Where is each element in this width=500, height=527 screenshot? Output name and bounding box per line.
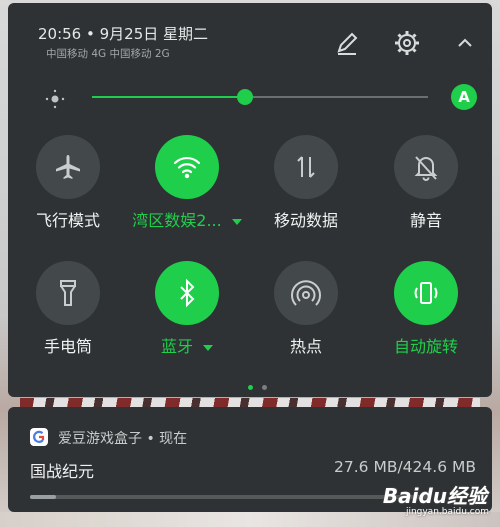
bluetooth-toggle[interactable] [155, 261, 219, 325]
tile-bell-off[interactable]: 静音 [366, 135, 486, 245]
quick-settings-panel: 20:56 • 9月25日 星期二 中国移动 4G 中国移动 2G A 飞行模式… [8, 3, 492, 397]
tile-label[interactable]: 飞行模式 [8, 207, 128, 231]
watermark-url: jingyan.baidu.com [405, 507, 489, 517]
tile-label[interactable]: 自动旋转 [366, 333, 486, 357]
tile-hotspot[interactable]: 热点 [246, 261, 366, 371]
app-icon [30, 428, 48, 446]
settings-icon[interactable] [392, 28, 422, 58]
carrier-info: 中国移动 4G 中国移动 2G [46, 48, 170, 60]
chevron-up-icon[interactable] [450, 28, 480, 58]
tile-label-text: 手电筒 [43, 337, 92, 356]
edit-icon[interactable] [332, 28, 362, 58]
download-progress-bar [30, 495, 430, 499]
page-dot-1 [248, 385, 253, 390]
notification-title: 国战纪元 [30, 462, 95, 481]
baidu-watermark: Baidu经验 jingyan.baidu.com [382, 480, 495, 522]
bell-off-toggle[interactable] [394, 135, 458, 199]
notification-app-line: 爱豆游戏盒子 • 现在 [58, 431, 188, 447]
tile-flashlight[interactable]: 手电筒 [8, 261, 128, 371]
tile-wifi[interactable]: 湾区数娱2... [127, 135, 247, 245]
tile-airplane[interactable]: 飞行模式 [8, 135, 128, 245]
page-dot-2 [262, 385, 267, 390]
hotspot-toggle[interactable] [274, 261, 338, 325]
brightness-slider[interactable] [92, 89, 428, 105]
mobile-data-toggle[interactable] [274, 135, 338, 199]
dropdown-caret-icon[interactable] [203, 344, 213, 351]
tile-mobile-data[interactable]: 移动数据 [246, 135, 366, 245]
tile-label[interactable]: 热点 [246, 333, 366, 357]
tile-label[interactable]: 湾区数娱2... [127, 207, 247, 231]
tile-label[interactable]: 手电筒 [8, 333, 128, 357]
airplane-toggle[interactable] [36, 135, 100, 199]
tile-label-text: 蓝牙 [160, 337, 193, 356]
tile-label-text: 湾区数娱2... [132, 211, 222, 230]
tile-label[interactable]: 静音 [366, 207, 486, 231]
tile-auto-rotate[interactable]: 自动旋转 [366, 261, 486, 371]
tile-label-text: 热点 [289, 337, 322, 356]
auto-rotate-toggle[interactable] [394, 261, 458, 325]
dropdown-caret-icon[interactable] [231, 218, 242, 225]
tile-label[interactable]: 蓝牙 [127, 333, 247, 357]
brightness-slider-thumb[interactable] [236, 89, 253, 105]
download-progress-fill [30, 495, 56, 499]
tile-label-text: 静音 [409, 211, 442, 230]
tile-label-text: 自动旋转 [393, 337, 458, 356]
tile-bluetooth[interactable]: 蓝牙 [127, 261, 247, 371]
watermark-logo: Baidu经验 [382, 484, 487, 508]
brightness-icon [44, 88, 66, 110]
time-date: 20:56 • 9月25日 星期二 [38, 25, 209, 43]
download-size: 27.6 MB/424.6 MB [334, 458, 476, 476]
wifi-toggle[interactable] [155, 135, 219, 199]
auto-brightness-button[interactable]: A [451, 84, 477, 110]
tile-label-text: 飞行模式 [35, 211, 100, 230]
brightness-slider-fill [92, 96, 245, 98]
tile-label[interactable]: 移动数据 [246, 207, 366, 231]
flashlight-toggle[interactable] [36, 261, 100, 325]
tile-label-text: 移动数据 [273, 211, 338, 230]
